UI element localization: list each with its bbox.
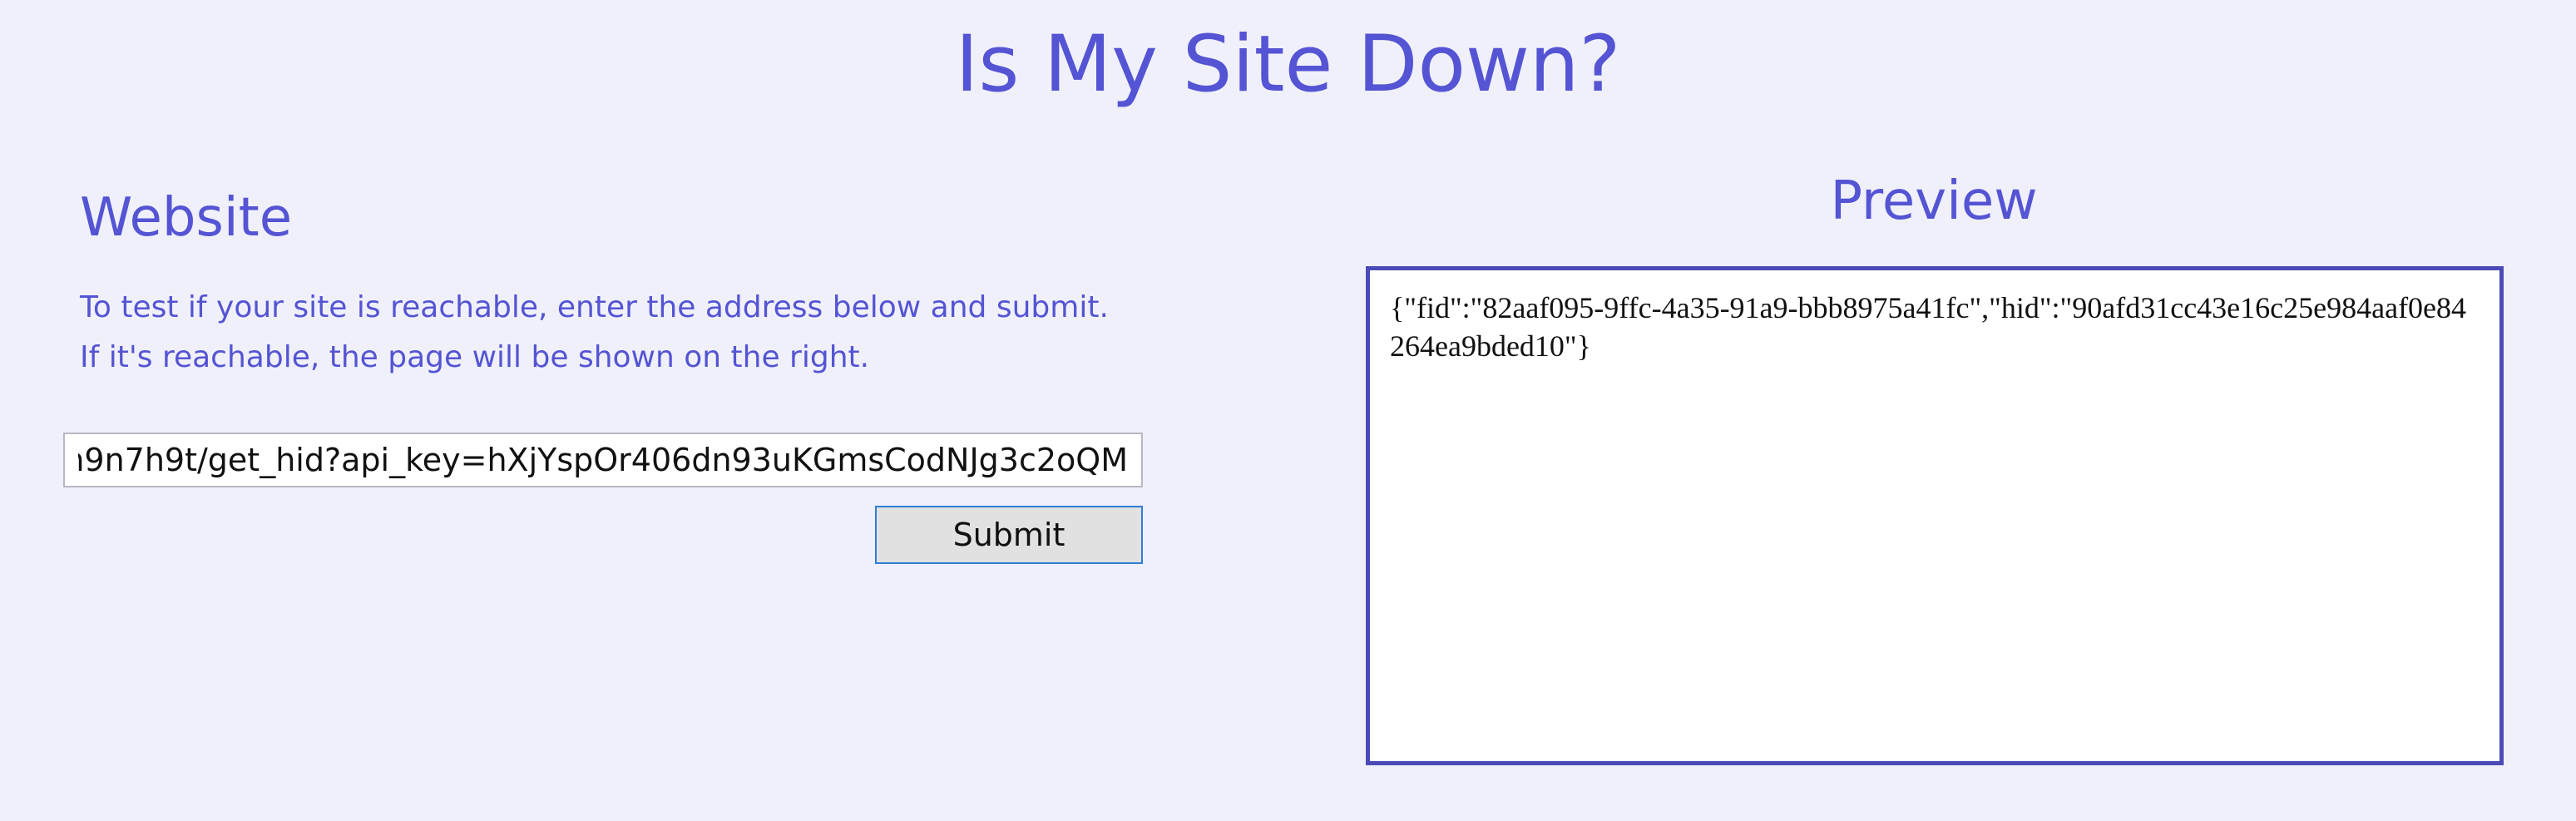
website-description: To test if your site is reachable, enter… (80, 290, 1109, 374)
url-input[interactable] (63, 433, 1143, 487)
submit-button[interactable]: Submit (875, 506, 1143, 564)
preview-frame[interactable]: {"fid":"82aaf095-9ffc-4a35-91a9-bbb8975a… (1366, 266, 2504, 765)
preview-content: {"fid":"82aaf095-9ffc-4a35-91a9-bbb8975a… (1390, 291, 2467, 363)
preview-heading: Preview (1830, 171, 2038, 232)
website-heading: Website (80, 187, 293, 249)
page-title: Is My Site Down? (955, 19, 1621, 110)
